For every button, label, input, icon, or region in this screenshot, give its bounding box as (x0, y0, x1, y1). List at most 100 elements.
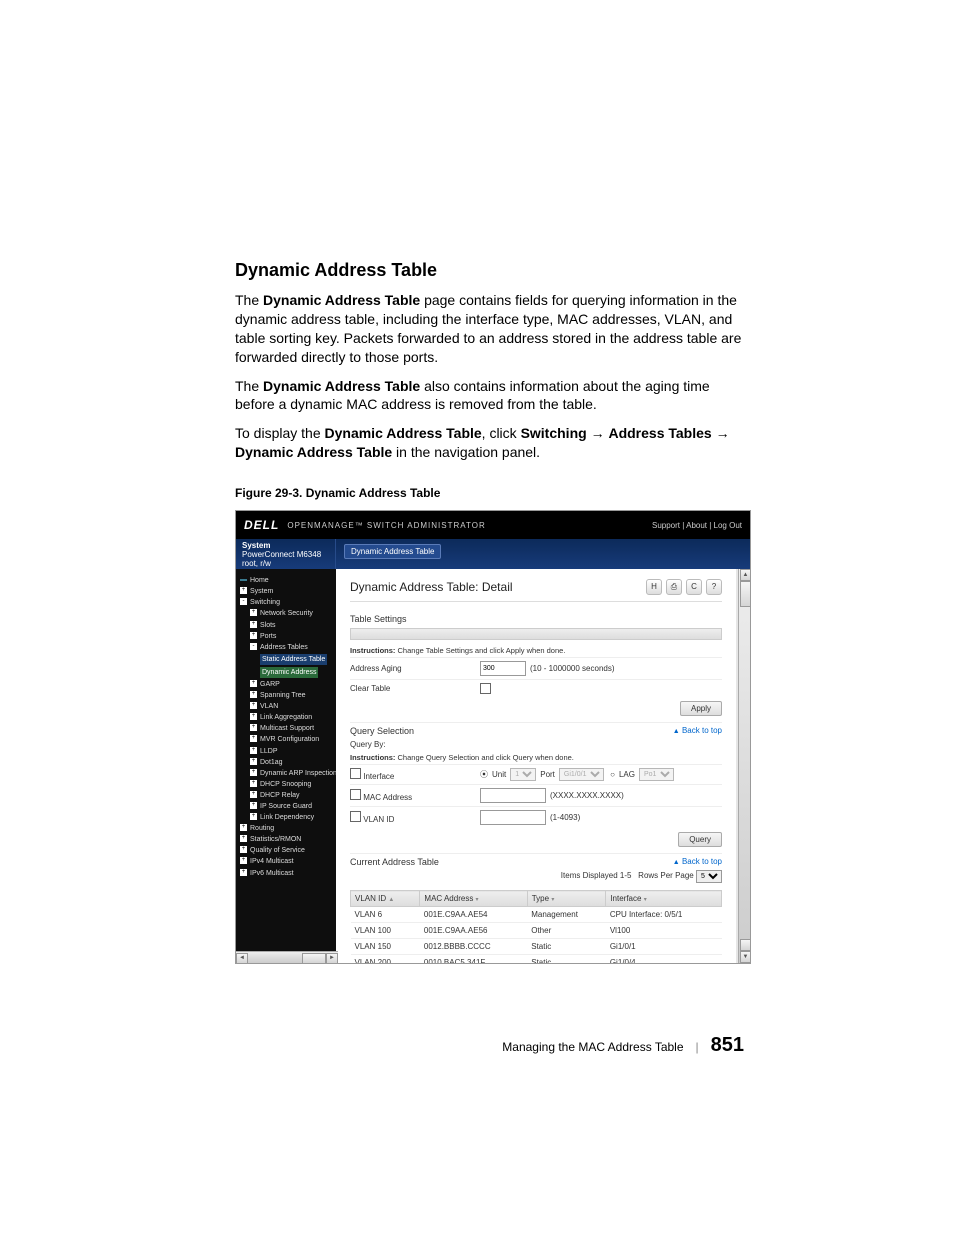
nav-routing[interactable]: Routing (250, 824, 274, 833)
clear-table-checkbox[interactable] (480, 683, 491, 694)
unit-select[interactable]: 1 (510, 768, 536, 781)
rows-per-page-select[interactable]: 5 (696, 870, 722, 883)
nav-home[interactable]: Home (250, 576, 269, 585)
nav-ports[interactable]: Ports (260, 632, 276, 641)
table-row: VLAN 2000010.BAC5.341FStaticGi1/0/4 (351, 955, 722, 964)
scroll-thumb-bottom[interactable] (740, 939, 751, 951)
figure-caption: Figure 29-3. Dynamic Address Table (235, 486, 744, 500)
nav-multicast[interactable]: Multicast Support (260, 724, 314, 733)
nav-dynamic-address[interactable]: Dynamic Address (260, 667, 318, 678)
scroll-right-icon[interactable]: ► (326, 953, 338, 964)
section-title: Dynamic Address Table (235, 260, 744, 281)
refresh-icon[interactable]: C (686, 579, 702, 595)
nav-ipv6[interactable]: IPv6 Multicast (250, 869, 294, 878)
rows-per-page-label: Rows Per Page (638, 871, 694, 880)
lag-select[interactable]: Po1 (639, 768, 674, 781)
scroll-down-icon[interactable]: ▼ (740, 951, 751, 963)
nav-ip-source[interactable]: IP Source Guard (260, 802, 312, 811)
horizontal-scrollbar[interactable]: ◄ ► (236, 951, 338, 963)
table-row: VLAN 6001E.C9AA.AE54ManagementCPU Interf… (351, 907, 722, 923)
query-by-label: Query By: (350, 736, 722, 751)
nav-dhcp-relay[interactable]: DHCP Relay (260, 791, 300, 800)
embedded-screenshot: DELL OPENMANAGE™ SWITCH ADMINISTRATOR Su… (235, 510, 751, 964)
nav-dyn-arp[interactable]: Dynamic ARP Inspection (260, 769, 336, 778)
p3b: Dynamic Address Table (325, 425, 482, 441)
nav-link-dep[interactable]: Link Dependency (260, 813, 314, 822)
col-mac[interactable]: MAC Address ▾ (420, 891, 527, 907)
page-footer: Managing the MAC Address Table | 851 (235, 1034, 744, 1057)
nav-lldp[interactable]: LLDP (260, 747, 278, 756)
mac-input[interactable] (480, 788, 546, 803)
nav-system[interactable]: System (250, 587, 273, 596)
p3a: To display the (235, 425, 325, 441)
interface-checkbox[interactable] (350, 768, 361, 779)
help-icon[interactable]: ? (706, 579, 722, 595)
p3i: in the navigation panel. (392, 444, 540, 460)
mac-checkbox[interactable] (350, 789, 361, 800)
scroll-thumb-top[interactable] (740, 581, 751, 607)
vertical-scrollbar[interactable]: ▲ ▼ (738, 569, 750, 963)
intro-para-3: To display the Dynamic Address Table, cl… (235, 424, 744, 462)
port-select[interactable]: Gi1/0/1 (559, 768, 604, 781)
save-icon[interactable]: H (646, 579, 662, 595)
nav-static-address[interactable]: Static Address Table (260, 654, 327, 665)
p3c: , click (482, 425, 521, 441)
col-vlan[interactable]: VLAN ID ▲ (351, 891, 420, 907)
table-settings-header: Table Settings (350, 610, 722, 626)
nav-tree[interactable]: Home +System -Switching +Network Securit… (236, 569, 336, 963)
col-iface[interactable]: Interface ▾ (606, 891, 722, 907)
instructions-1: Instructions: Change Table Settings and … (350, 644, 722, 657)
vlanid-input[interactable] (480, 810, 546, 825)
lag-label: LAG (619, 770, 635, 779)
back-to-top-link[interactable]: ▲ Back to top (673, 726, 722, 735)
address-table: VLAN ID ▲ MAC Address ▾ Type ▾ Interface… (350, 890, 722, 963)
scroll-up-icon[interactable]: ▲ (740, 569, 751, 581)
nav-link-agg[interactable]: Link Aggregation (260, 713, 312, 722)
mac-label: MAC Address (363, 793, 412, 802)
clear-table-label: Clear Table (350, 684, 480, 693)
apply-button[interactable]: Apply (680, 701, 722, 716)
nav-vlan[interactable]: VLAN (260, 702, 278, 711)
breadcrumb[interactable]: Dynamic Address Table (344, 544, 441, 559)
nav-stats[interactable]: Statistics/RMON (250, 835, 301, 844)
brand-logo: DELL (244, 518, 279, 532)
nav-ipv4[interactable]: IPv4 Multicast (250, 857, 294, 866)
p3e: → (587, 425, 609, 441)
table-row: VLAN 1500012.BBBB.CCCCStaticGi1/0/1 (351, 939, 722, 955)
nav-dhcp-snoop[interactable]: DHCP Snooping (260, 780, 311, 789)
back-to-top-link-2[interactable]: ▲ Back to top (673, 857, 722, 866)
address-aging-label: Address Aging (350, 664, 480, 673)
nav-switching[interactable]: Switching (250, 598, 280, 607)
mac-placeholder: (XXXX.XXXX.XXXX) (550, 791, 624, 800)
nav-garp[interactable]: GARP (260, 680, 280, 689)
main-panel: Dynamic Address Table: Detail H ⎙ C ? Ta… (336, 569, 750, 963)
query-button[interactable]: Query (678, 832, 722, 847)
print-icon[interactable]: ⎙ (666, 579, 682, 595)
nav-qos[interactable]: Quality of Service (250, 846, 305, 855)
nav-dot1ag[interactable]: Dot1ag (260, 758, 283, 767)
blue-header: System PowerConnect M6348 root, r/w Dyna… (236, 539, 750, 569)
address-aging-input[interactable] (480, 661, 526, 676)
nav-address-tables[interactable]: Address Tables (260, 643, 308, 652)
nav-network-security[interactable]: Network Security (260, 609, 313, 618)
footer-page-number: 851 (711, 1034, 744, 1057)
nav-slots[interactable]: Slots (260, 621, 276, 630)
system-info: System PowerConnect M6348 root, r/w (236, 539, 336, 569)
top-links[interactable]: Support | About | Log Out (652, 521, 742, 530)
scroll-thumb[interactable] (302, 953, 326, 964)
panel-title: Dynamic Address Table: Detail (350, 580, 513, 594)
p3g: → (712, 425, 730, 441)
table-row: VLAN 100001E.C9AA.AE56OtherVl100 (351, 923, 722, 939)
col-type[interactable]: Type ▾ (527, 891, 606, 907)
interface-label: Interface (363, 772, 394, 781)
p2a: The (235, 378, 263, 394)
nav-spanning-tree[interactable]: Spanning Tree (260, 691, 306, 700)
app-topbar: DELL OPENMANAGE™ SWITCH ADMINISTRATOR Su… (236, 511, 750, 539)
nav-mvr[interactable]: MVR Configuration (260, 735, 319, 744)
breadcrumb-area: Dynamic Address Table (336, 539, 750, 569)
vlanid-checkbox[interactable] (350, 811, 361, 822)
scroll-left-icon[interactable]: ◄ (236, 953, 248, 964)
p3h: Dynamic Address Table (235, 444, 392, 460)
items-displayed: Items Displayed 1-5 (561, 871, 632, 880)
footer-divider: | (696, 1040, 699, 1054)
